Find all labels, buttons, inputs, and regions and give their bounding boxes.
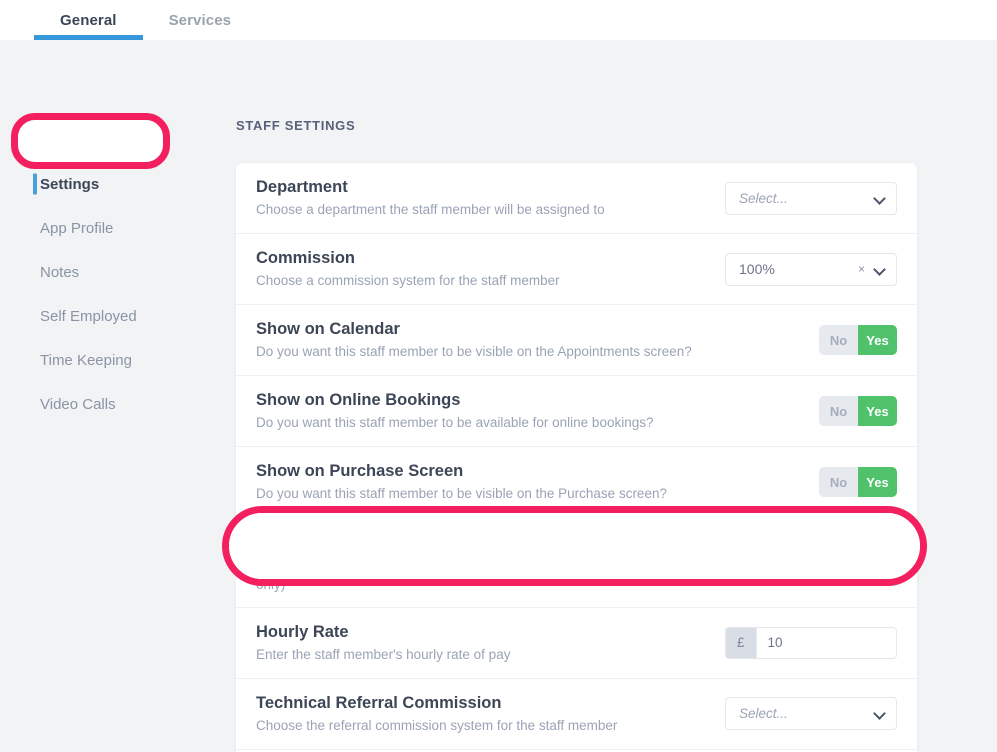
main-content: STAFF SETTINGS Department Choose a depar… [236, 40, 997, 752]
toggle-option-yes[interactable]: Yes [858, 325, 897, 355]
row-commission: Commission Choose a commission system fo… [236, 234, 917, 305]
row-description: Do you want this staff member to be visi… [256, 486, 667, 501]
row-technical-referral-commission: Technical Referral Commission Choose the… [236, 679, 917, 750]
row-title: Hourly Rate [256, 622, 349, 641]
page-title: STAFF SETTINGS [236, 118, 356, 133]
row-text-block: Hours Per Day Enter the standard number … [256, 518, 725, 607]
row-title: Department [256, 177, 348, 196]
tab-services-label: Services [168, 11, 232, 29]
hourly-rate-input-group: £ [725, 626, 897, 659]
row-text-block: Show on Online Bookings Do you want this… [256, 377, 653, 446]
show-on-calendar-toggle[interactable]: No Yes [819, 325, 897, 355]
row-control: No Yes [819, 396, 897, 426]
sidebar-item-app-profile[interactable]: App Profile [0, 206, 236, 250]
row-description: Enter the staff member's hourly rate of … [256, 646, 511, 662]
tab-general[interactable]: General [34, 0, 143, 40]
sidebar-item-label: Video Calls [40, 395, 116, 413]
row-control: Select... [725, 697, 897, 731]
toggle-option-yes[interactable]: Yes [858, 467, 897, 497]
technical-referral-commission-select[interactable]: Select... [725, 697, 897, 731]
row-text-block: Commission Choose a commission system fo… [256, 235, 560, 304]
chevron-down-icon [875, 264, 886, 275]
active-indicator-bar [33, 173, 37, 195]
commission-select-value: 100% [739, 261, 775, 277]
active-indicator-bar [33, 306, 37, 327]
toggle-option-no[interactable]: No [819, 325, 858, 355]
sidebar: Details Settings App Profile Notes Self … [0, 40, 236, 752]
sidebar-item-label: Notes [40, 263, 80, 281]
row-description: Choose a department the staff member wil… [256, 202, 605, 217]
row-text-block: Department Choose a department the staff… [256, 164, 605, 233]
row-description: Do you want this staff member to be avai… [256, 415, 654, 430]
row-title: Show on Calendar [256, 319, 400, 338]
tab-services[interactable]: Services [143, 0, 258, 40]
sidebar-item-time-keeping[interactable]: Time Keeping [0, 338, 236, 382]
row-title: Commission [256, 248, 356, 267]
row-title: Show on Online Bookings [256, 390, 461, 409]
row-title: Hours Per Day [256, 532, 370, 550]
tab-general-label: General [60, 11, 117, 29]
row-description: Do you want this staff member to be visi… [256, 344, 692, 359]
row-show-on-online-bookings: Show on Online Bookings Do you want this… [236, 376, 917, 447]
row-hours-per-day: Hours Per Day Enter the standard number … [236, 518, 917, 608]
technical-referral-select-placeholder: Select... [739, 706, 788, 722]
active-indicator-bar [33, 262, 37, 283]
row-control: No Yes [819, 467, 897, 497]
sidebar-item-details[interactable]: Details [0, 118, 236, 162]
row-control: hours [725, 546, 897, 579]
row-show-on-calendar: Show on Calendar Do you want this staff … [236, 305, 917, 376]
active-indicator-bar [33, 130, 37, 151]
department-select-placeholder: Select... [739, 190, 788, 206]
hours-per-day-input-group: hours [725, 546, 897, 579]
row-title: Show on Purchase Screen [256, 461, 464, 480]
top-tab-bar: General Services [0, 0, 997, 40]
row-text-block: Hourly Rate Enter the staff member's hou… [256, 609, 510, 678]
page-body: Details Settings App Profile Notes Self … [0, 40, 997, 752]
department-select[interactable]: Select... [725, 181, 897, 215]
sidebar-item-video-calls[interactable]: Video Calls [0, 382, 236, 426]
row-text-block: Technical Referral Commission Choose the… [256, 680, 617, 749]
sidebar-item-label: Time Keeping [40, 351, 132, 369]
sidebar-item-label: Details [40, 131, 86, 149]
row-control: £ [725, 626, 897, 659]
sidebar-item-label: Settings [40, 175, 100, 193]
chevron-down-icon [875, 193, 886, 204]
hourly-rate-input[interactable] [756, 627, 896, 658]
row-description: Choose the referral commission system fo… [256, 717, 618, 733]
sidebar-item-self-employed[interactable]: Self Employed [0, 294, 236, 338]
row-text-block: Show on Calendar Do you want this staff … [256, 306, 692, 375]
hours-per-day-input[interactable] [726, 547, 841, 578]
active-indicator-bar [33, 218, 37, 239]
sidebar-item-label: Self Employed [40, 307, 137, 325]
row-description: Choose a commission system for the staff… [256, 273, 560, 288]
row-title: Technical Referral Commission [256, 693, 502, 712]
sidebar-item-settings[interactable]: Settings [0, 162, 236, 206]
row-control: Select... [725, 181, 897, 215]
show-on-online-bookings-toggle[interactable]: No Yes [819, 396, 897, 426]
sidebar-item-label: App Profile [40, 219, 114, 237]
chevron-down-icon [875, 708, 886, 719]
currency-prefix-addon: £ [726, 627, 757, 658]
row-department: Department Choose a department the staff… [236, 163, 917, 234]
active-indicator-bar [33, 350, 37, 371]
show-on-purchase-screen-toggle[interactable]: No Yes [819, 467, 897, 497]
toggle-option-no[interactable]: No [819, 396, 858, 426]
row-control: 100% × [725, 252, 897, 286]
sidebar-item-notes[interactable]: Notes [0, 250, 236, 294]
staff-settings-card: Department Choose a department the staff… [236, 163, 917, 752]
hours-unit-addon: hours [840, 547, 896, 578]
commission-select[interactable]: 100% × [725, 252, 897, 286]
row-control: No Yes [819, 325, 897, 355]
row-description: Enter the standard number of hours worke… [256, 556, 694, 592]
toggle-option-yes[interactable]: Yes [858, 396, 897, 426]
row-show-on-purchase-screen: Show on Purchase Screen Do you want this… [236, 447, 917, 518]
clear-icon[interactable]: × [858, 263, 865, 275]
row-text-block: Show on Purchase Screen Do you want this… [256, 448, 667, 517]
row-hourly-rate: Hourly Rate Enter the staff member's hou… [236, 608, 917, 679]
toggle-option-no[interactable]: No [819, 467, 858, 497]
active-indicator-bar [33, 394, 37, 415]
